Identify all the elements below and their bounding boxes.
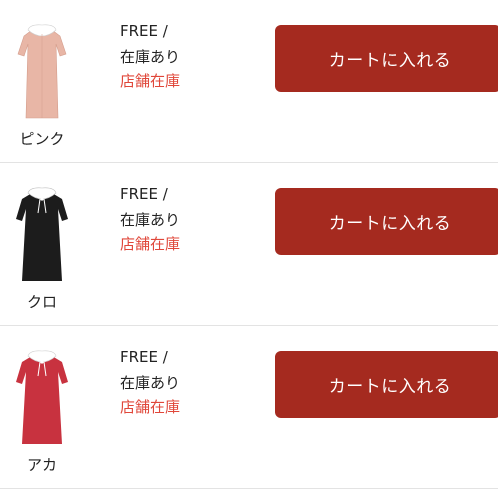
size-text: FREE / [120, 348, 168, 366]
product-image-red[interactable] [14, 346, 70, 450]
dress-image [16, 187, 68, 281]
add-to-cart-button[interactable]: カートに入れる [275, 351, 498, 418]
variant-row-pink: ピンク FREE / 在庫あり 店舗在庫 カートに入れる [0, 0, 498, 162]
size-text: FREE / [120, 22, 168, 40]
color-label: クロ [26, 293, 57, 311]
stock-status: 在庫あり [120, 48, 181, 66]
stock-status: 在庫あり [120, 211, 181, 229]
store-stock-link[interactable]: 店舗在庫 [120, 233, 180, 254]
product-image-black[interactable] [14, 183, 70, 287]
variant-row-red: アカ FREE / 在庫あり 店舗在庫 カートに入れる [0, 326, 498, 488]
add-to-cart-button[interactable]: カートに入れる [275, 188, 498, 255]
row-divider [0, 488, 498, 489]
dress-image [16, 350, 68, 444]
size-text: FREE / [120, 185, 168, 203]
add-to-cart-button[interactable]: カートに入れる [275, 25, 498, 92]
variant-row-black: クロ FREE / 在庫あり 店舗在庫 カートに入れる [0, 163, 498, 325]
store-stock-link[interactable]: 店舗在庫 [120, 70, 180, 91]
product-image-pink[interactable] [14, 20, 70, 124]
stock-status: 在庫あり [120, 374, 181, 392]
color-label: ピンク [19, 130, 65, 148]
store-stock-link[interactable]: 店舗在庫 [120, 396, 180, 417]
dress-image [17, 24, 67, 119]
color-label: アカ [26, 456, 57, 474]
product-variant-list: ピンク FREE / 在庫あり 店舗在庫 カートに入れる クロ FREE / 在… [0, 0, 498, 498]
